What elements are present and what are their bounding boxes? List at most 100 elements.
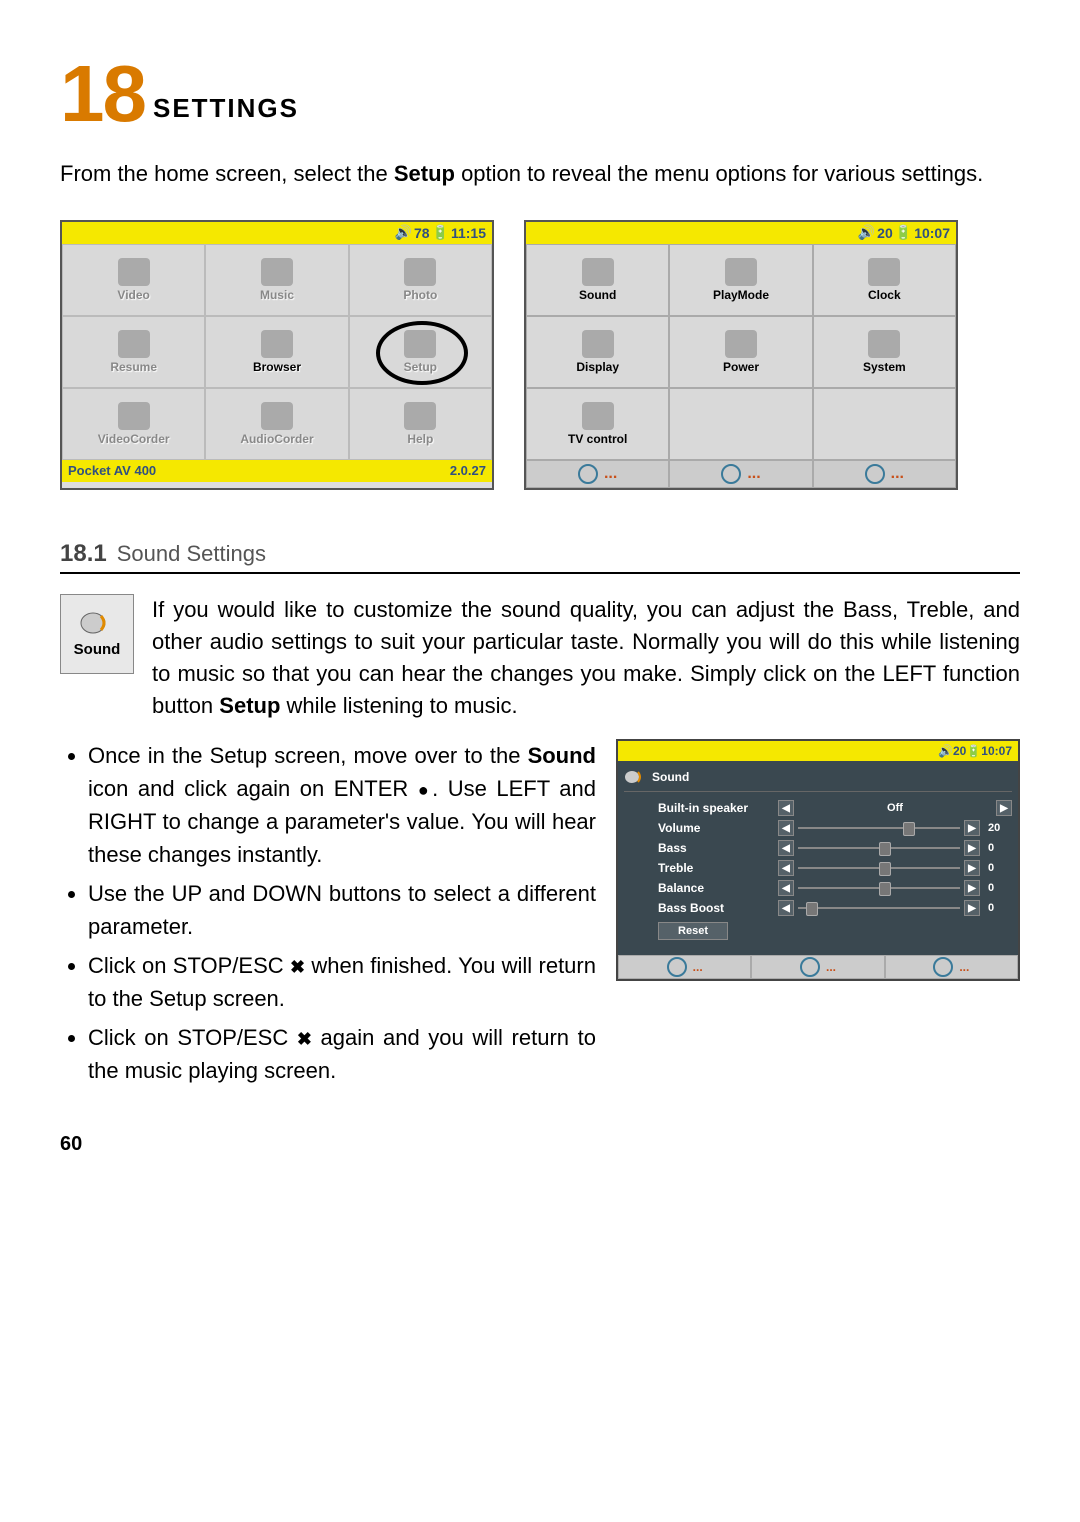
param-label: Bass Boost [658,901,778,915]
right-btn[interactable]: ▶ [964,860,980,876]
left-btn[interactable]: ◀ [778,880,794,896]
slider-track[interactable] [798,867,960,869]
param-label: Treble [658,861,778,875]
setup-icon [404,330,436,358]
playmode-icon [725,258,757,286]
right-btn[interactable]: ▶ [996,800,1012,816]
button-icon [721,464,741,484]
home-item-audiocorder[interactable]: AudioCorder [205,388,348,460]
home-item-help[interactable]: Help [349,388,492,460]
setup-status-bar: 🔊 20 🔋 10:07 [526,222,956,244]
setup-item-clock[interactable]: Clock [813,244,956,316]
sound-icon [624,769,644,785]
sound-row-balance[interactable]: Balance◀▶0 [624,878,1012,898]
setup-item-label: System [863,360,906,374]
slider-track[interactable] [798,887,960,889]
reset-button[interactable]: Reset [658,922,728,940]
right-btn[interactable]: ▶ [964,880,980,896]
slider-thumb[interactable] [903,822,915,836]
left-btn[interactable]: ◀ [778,820,794,836]
chapter-number: 18 [60,60,145,128]
home-item-label: Setup [404,360,437,374]
setup-item-label: Clock [868,288,901,302]
setup-grid: SoundPlayMode Clock Display Power System TV c… [526,244,956,460]
home-item-browser[interactable]: Browser [205,316,348,388]
slider[interactable]: ◀▶0 [778,900,1012,916]
setup-item-label: Power [723,360,759,374]
setup-item-system[interactable]: System [813,316,956,388]
bullet-item: Once in the Setup screen, move over to t… [88,739,596,871]
resume-icon [118,330,150,358]
home-item-video[interactable]: Video [62,244,205,316]
footer-btn-3[interactable]: ... [813,460,956,488]
battery-icon: 🔋 [966,744,981,758]
slider[interactable]: ◀▶0 [778,840,1012,856]
home-item-label: VideoCorder [98,432,170,446]
slider-track[interactable] [798,827,960,829]
slider-thumb[interactable] [806,902,818,916]
battery-level: 20 [877,225,893,241]
sound-row-bass-boost[interactable]: Bass Boost◀▶0 [624,898,1012,918]
slider-track[interactable] [798,907,960,909]
left-btn[interactable]: ◀ [778,900,794,916]
sound-icon-label: Sound [74,641,121,658]
param-label: Volume [658,821,778,835]
home-screen: 🔊 78 🔋 11:15 Video Music Photo ResumeBrowse… [60,220,494,490]
home-item-photo[interactable]: Photo [349,244,492,316]
sound-row-volume[interactable]: Volume◀▶20 [624,818,1012,838]
slider-value: 0 [984,882,1012,894]
chapter-header: 18 SETTINGS [60,60,1020,128]
speaker-icon: 🔊 [858,224,875,241]
sound-icon-box: Sound [60,594,134,674]
speaker-icon: 🔊 [395,224,412,241]
home-item-resume[interactable]: Resume [62,316,205,388]
home-status-bar: 🔊 78 🔋 11:15 [62,222,492,244]
setup-item-tv-control[interactable]: TV control [526,388,669,460]
left-btn[interactable]: ◀ [778,860,794,876]
button-icon [800,957,820,977]
button-icon [865,464,885,484]
setup-item-display[interactable]: Display [526,316,669,388]
battery-icon: 🔋 [895,224,912,241]
footer-btn-1[interactable]: ... [526,460,669,488]
sound-block: Sound If you would like to customize the… [60,594,1020,722]
sound-row-bass[interactable]: Bass◀▶0 [624,838,1012,858]
clock-icon [868,258,900,286]
home-item-setup[interactable]: Setup [349,316,492,388]
slider-thumb[interactable] [879,862,891,876]
bullet-item: Click on STOP/ESC ✖ again and you will r… [88,1021,596,1087]
footer-btn-2[interactable]: ... [751,955,884,979]
setup-item-power[interactable]: Power [669,316,812,388]
sound-row-built-in-speaker[interactable]: Built-in speaker◀Off▶ [624,798,1012,818]
footer-btn-3[interactable]: ... [885,955,1018,979]
home-item-videocorder[interactable]: VideoCorder [62,388,205,460]
sound-row-treble[interactable]: Treble◀▶0 [624,858,1012,878]
toggle-value: Off [798,802,992,814]
right-btn[interactable]: ▶ [964,820,980,836]
setup-item-label: TV control [568,432,627,446]
slider[interactable]: ◀ ▶ 0 [778,880,1012,896]
footer-btn-1[interactable]: ... [618,955,751,979]
button-icon [578,464,598,484]
bullet-item: Use the UP and DOWN buttons to select a … [88,877,596,943]
setup-item-sound[interactable]: Sound [526,244,669,316]
video-icon [118,258,150,286]
chapter-title: SETTINGS [153,93,299,124]
left-btn[interactable]: ◀ [778,800,794,816]
home-item-music[interactable]: Music [205,244,348,316]
slider[interactable]: ◀▶0 [778,860,1012,876]
footer-btn-2[interactable]: ... [669,460,812,488]
home-footer: Pocket AV 400 2.0.27 [62,460,492,482]
right-btn[interactable]: ▶ [964,840,980,856]
display-icon [582,330,614,358]
slider-thumb[interactable] [879,842,891,856]
slider-track[interactable] [798,847,960,849]
battery-level: 20 [953,744,966,758]
setup-item-playmode[interactable]: PlayMode [669,244,812,316]
sound-panel-title: Sound [652,770,689,784]
slider[interactable]: ◀▶20 [778,820,1012,836]
right-btn[interactable]: ▶ [964,900,980,916]
slider-thumb[interactable] [879,882,891,896]
home-item-label: Music [260,288,294,302]
left-btn[interactable]: ◀ [778,840,794,856]
